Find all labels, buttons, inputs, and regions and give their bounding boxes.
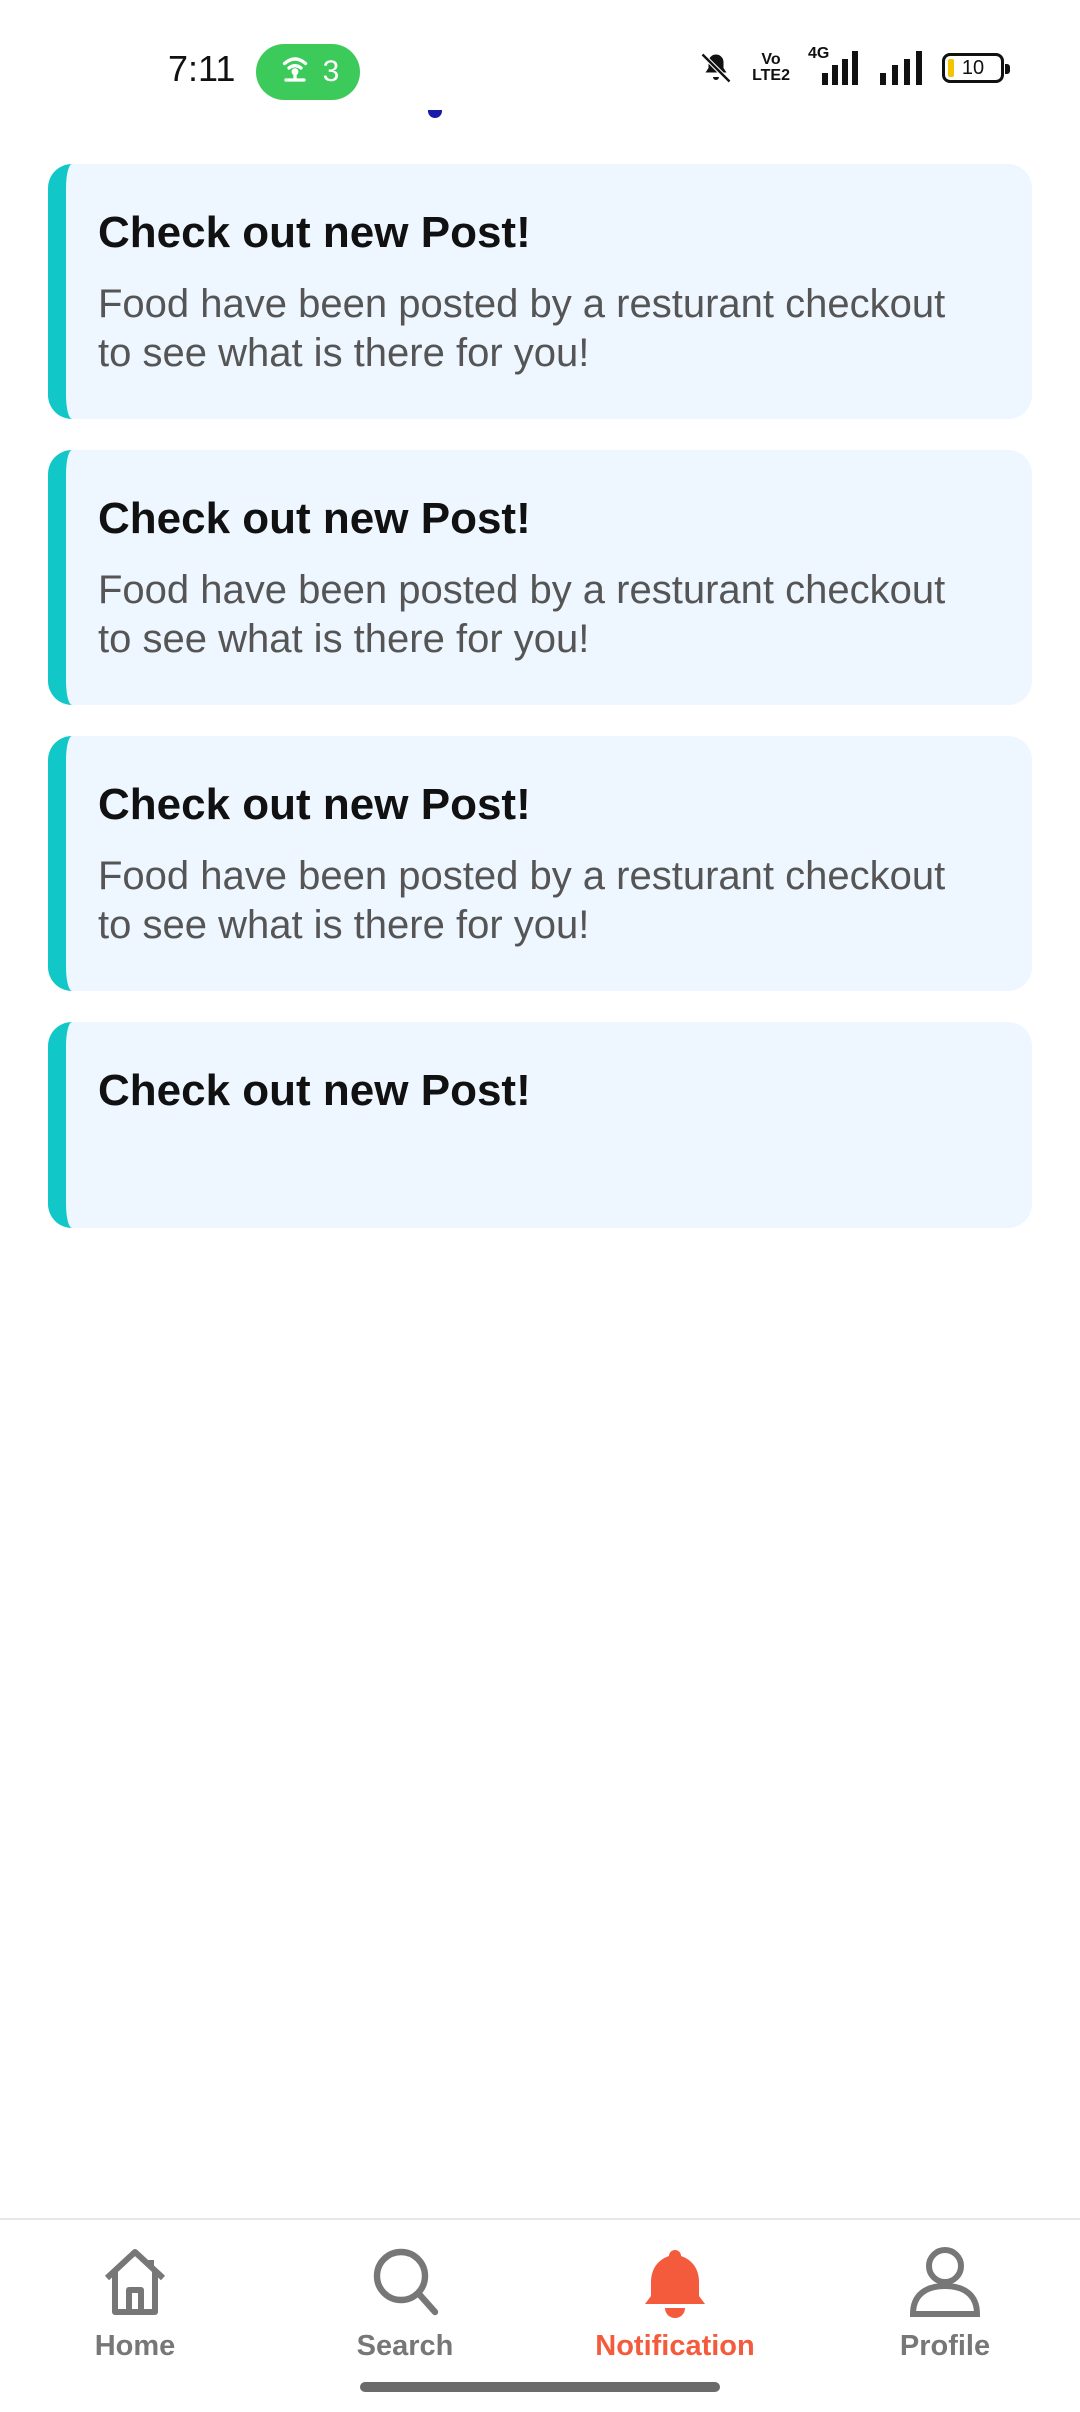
hotspot-pill[interactable]: 3	[256, 44, 360, 100]
home-indicator[interactable]	[360, 2382, 720, 2392]
notification-body: Food have been posted by a resturant che…	[98, 568, 946, 661]
notification-screen: 7:11 3 Vo LTE2 4G 10 Check out new Post!…	[0, 0, 1080, 2412]
home-icon	[104, 2249, 166, 2315]
nav-profile-label: Profile	[899, 2330, 991, 2362]
notification-card[interactable]: Check out new Post! Food have been poste…	[48, 736, 1032, 991]
nav-notification[interactable]: Notification	[575, 2242, 775, 2363]
notification-card[interactable]: Check out new Post! Food have been poste…	[48, 450, 1032, 705]
hotspot-count: 3	[322, 55, 340, 88]
notification-title: Check out new Post!	[98, 780, 531, 829]
status-bar: 7:11 3 Vo LTE2 4G 10	[0, 0, 1080, 110]
nav-profile[interactable]: Profile	[845, 2242, 1045, 2363]
signal-bars-2-icon	[878, 51, 926, 85]
notification-title: Check out new Post!	[98, 1066, 531, 1115]
battery-fill	[948, 59, 954, 77]
profile-icon	[909, 2247, 981, 2317]
notification-card[interactable]: Check out new Post!	[48, 1022, 1032, 1228]
notification-card[interactable]: Check out new Post! Food have been poste…	[48, 164, 1032, 419]
nav-home-label: Home	[94, 2330, 176, 2362]
volte-top: Vo	[761, 51, 781, 68]
notification-list: Check out new Post! Food have been poste…	[48, 164, 1032, 1259]
volte-bottom: LTE2	[752, 67, 790, 84]
volte-indicator: Vo LTE2	[752, 52, 790, 84]
nav-search-label: Search	[356, 2330, 454, 2362]
status-icons: Vo LTE2 4G 10	[696, 45, 1010, 86]
battery-level: 10	[961, 56, 985, 79]
notification-title: Check out new Post!	[98, 208, 531, 257]
status-time: 7:11	[168, 48, 236, 89]
bell-icon	[645, 2250, 705, 2318]
notification-body: Food have been posted by a resturant che…	[98, 282, 946, 375]
network-type: 4G	[808, 45, 830, 62]
battery-icon: 10	[942, 53, 1010, 83]
nav-home[interactable]: Home	[35, 2242, 235, 2363]
nav-search[interactable]: Search	[305, 2242, 505, 2363]
signal-4g: 4G	[806, 45, 862, 85]
nav-notification-label: Notification	[595, 2330, 755, 2362]
hotspot-icon	[277, 50, 313, 94]
notification-title: Check out new Post!	[98, 494, 531, 543]
notification-body: Food have been posted by a resturant che…	[98, 854, 946, 947]
mute-icon	[696, 50, 736, 86]
search-icon	[373, 2248, 439, 2316]
